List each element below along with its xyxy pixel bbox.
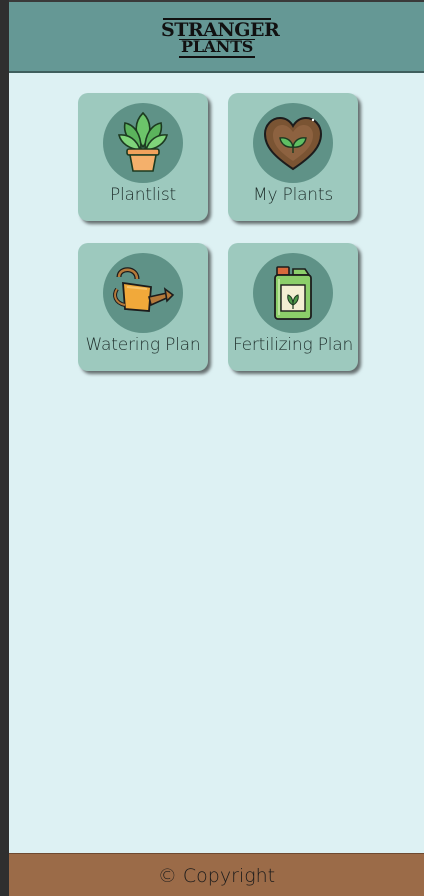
tile-icon-circle (253, 103, 333, 183)
tile-icon-circle (103, 103, 183, 183)
watering-can-icon (113, 267, 175, 312)
header-bar: STRANGER PLANTS (9, 0, 424, 73)
tile-fertilizing-plan[interactable]: Fertilizing Plan (228, 243, 358, 371)
fertilizer-canister-icon (274, 266, 312, 320)
tile-icon-circle (253, 253, 333, 333)
tile-label: Plantlist (109, 185, 176, 205)
footer-bar: © Copyright (9, 853, 424, 896)
window-frame-edge (0, 0, 9, 896)
tile-my-plants[interactable]: My Plants (228, 93, 358, 221)
app-container: STRANGER PLANTS Plantlist My Plants Wate… (9, 0, 424, 896)
logo-bottom-rule (179, 56, 255, 58)
logo-line-2: PLANTS (181, 37, 253, 56)
potted-plant-icon (117, 111, 169, 172)
tile-plantlist[interactable]: Plantlist (78, 93, 208, 221)
tile-label: Fertilizing Plan (232, 335, 354, 355)
heart-leaf-icon (263, 116, 323, 171)
tile-watering-plan[interactable]: Watering Plan (78, 243, 208, 371)
tile-label: Watering Plan (85, 335, 201, 355)
copyright-text: © Copyright (157, 865, 276, 887)
stranger-plants-logo[interactable]: STRANGER PLANTS (161, 16, 280, 60)
tile-icon-circle (103, 253, 183, 333)
tile-label: My Plants (252, 185, 334, 205)
